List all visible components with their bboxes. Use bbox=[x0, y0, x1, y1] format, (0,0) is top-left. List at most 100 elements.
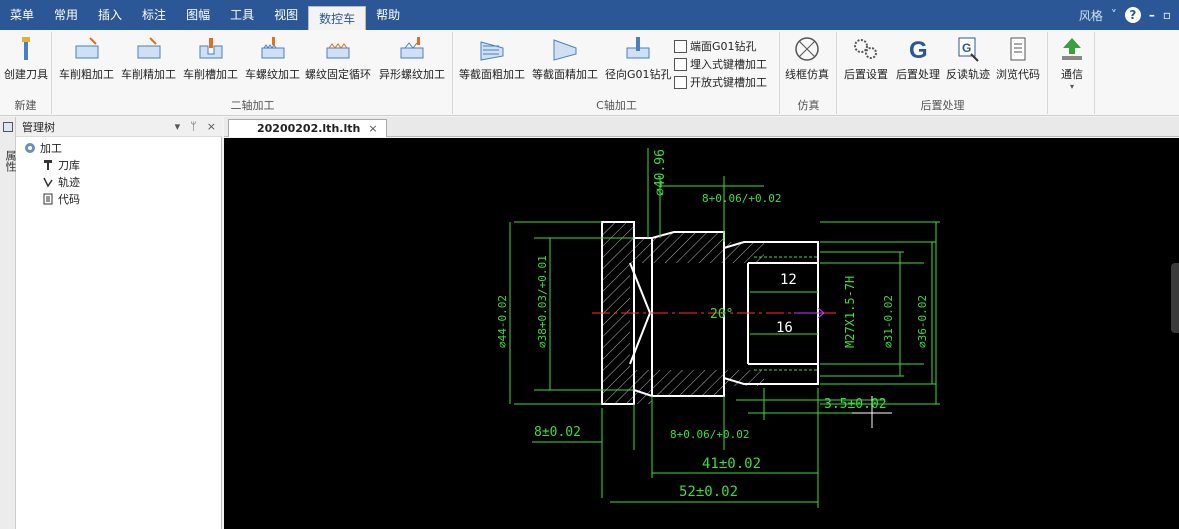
dimension-texts: ⌀40.96 8+0.06/+0.02 ⌀44-0.02 ⌀38+0.03/+0… bbox=[496, 149, 929, 500]
dim-d38: ⌀38+0.03/+0.01 bbox=[536, 255, 549, 348]
tree-body: 加工 刀库 轨迹 代码 bbox=[16, 139, 222, 207]
drawing-canvas[interactable]: ⌀40.96 8+0.06/+0.02 ⌀44-0.02 ⌀38+0.03/+0… bbox=[224, 138, 1179, 529]
embed-keyway-button[interactable]: 埋入式键槽加工 bbox=[674, 56, 767, 72]
embed-keyway-icon bbox=[674, 57, 687, 71]
tree-node-tool-library[interactable]: 刀库 bbox=[16, 156, 222, 173]
tree-title: 管理树 bbox=[22, 120, 55, 134]
menu-item-view[interactable]: 视图 bbox=[264, 0, 308, 30]
properties-strip[interactable]: 属性 bbox=[0, 117, 17, 529]
dim-l52: 52±0.02 bbox=[679, 484, 738, 500]
menu-item-cnc-lathe[interactable]: 数控车 bbox=[308, 6, 367, 30]
group-sim: 线框仿真 仿真 bbox=[781, 32, 837, 114]
wire-sim-button[interactable]: 线框仿真 bbox=[785, 36, 829, 82]
menu-item-help[interactable]: 帮助 bbox=[366, 0, 410, 30]
tree-node-code[interactable]: 代码 bbox=[16, 190, 222, 207]
thread-cycle-icon bbox=[326, 43, 350, 59]
menu-item-main[interactable]: 菜单 bbox=[0, 0, 44, 30]
document-icon bbox=[1010, 37, 1026, 61]
dim-d36: ⌀36-0.02 bbox=[916, 295, 929, 348]
minimize-icon[interactable]: – bbox=[1149, 8, 1155, 22]
group-label-two-axis: 二轴加工 bbox=[230, 99, 275, 112]
document-tab-label: 20200202.lth.lth bbox=[257, 122, 361, 135]
dim-l8-left: 8±0.02 bbox=[534, 425, 581, 440]
open-keyway-icon bbox=[674, 75, 687, 89]
rough-turn-button[interactable]: 车削粗加工 bbox=[59, 36, 114, 82]
help-icon[interactable]: ? bbox=[1124, 7, 1141, 23]
reverse-path-button[interactable]: G 反读轨迹 bbox=[946, 36, 990, 82]
style-dropdown[interactable]: 风格 bbox=[1079, 7, 1103, 24]
group-new: 创建刀具 新建 bbox=[0, 32, 52, 114]
comm-button[interactable]: 通信 ▾ bbox=[1057, 36, 1087, 91]
group-label-sim: 仿真 bbox=[797, 99, 820, 112]
svg-text:G: G bbox=[909, 37, 928, 62]
chevron-down-icon[interactable]: ˅ bbox=[1111, 8, 1117, 22]
dim-angle: 20° bbox=[710, 307, 733, 322]
equal-rough-button[interactable]: 等截面粗加工 bbox=[459, 36, 525, 82]
code-icon bbox=[43, 193, 53, 204]
thread-cycle-button[interactable]: 螺纹固定循环 bbox=[305, 36, 371, 82]
properties-icon bbox=[3, 122, 13, 132]
restore-icon[interactable]: ▫ bbox=[1163, 8, 1171, 22]
tool-library-icon bbox=[44, 159, 52, 170]
dim-l41: 41±0.02 bbox=[702, 456, 761, 472]
gears-icon bbox=[854, 39, 877, 59]
browse-code-button[interactable]: 浏览代码 bbox=[996, 36, 1040, 82]
thread-turn-button[interactable]: 车螺纹加工 bbox=[245, 36, 300, 82]
menubar-right: 风格 ˅ ? – ▫ bbox=[1079, 0, 1171, 30]
open-keyway-button[interactable]: 开放式键槽加工 bbox=[674, 74, 767, 90]
tree-node-toolpath[interactable]: 轨迹 bbox=[16, 173, 222, 190]
pin-icon[interactable]: ᛘ bbox=[190, 120, 197, 133]
finish-turn-button[interactable]: 车削精加工 bbox=[121, 36, 176, 82]
reverse-read-icon: G bbox=[958, 37, 979, 62]
dim-len8-top: 8+0.06/+0.02 bbox=[702, 192, 781, 205]
group-label-post: 后置处理 bbox=[920, 99, 965, 112]
tree-header: 管理树 ▾ ᛘ × bbox=[16, 117, 222, 137]
menu-item-annotate[interactable]: 标注 bbox=[132, 0, 176, 30]
part-section-upper bbox=[602, 222, 764, 313]
group-label-new: 新建 bbox=[14, 99, 37, 112]
special-thread-icon bbox=[400, 37, 424, 59]
menu-item-insert[interactable]: 插入 bbox=[88, 0, 132, 30]
face-drill-button[interactable]: 端面G01钻孔 bbox=[674, 38, 757, 54]
create-tool-button[interactable]: 创建刀具 bbox=[2, 36, 50, 82]
equal-finish-button[interactable]: 等截面精加工 bbox=[532, 36, 598, 82]
close-tab-icon[interactable]: × bbox=[368, 120, 377, 137]
special-thread-button[interactable]: 异形螺纹加工 bbox=[379, 36, 445, 82]
tree-node-root[interactable]: 加工 bbox=[16, 139, 222, 156]
tool-icon bbox=[22, 37, 30, 60]
post-process-button[interactable]: G 后置处理 bbox=[896, 36, 940, 82]
dim-d44: ⌀44-0.02 bbox=[496, 295, 509, 348]
dropdown-icon[interactable]: ▾ bbox=[175, 120, 181, 133]
cad-drawing[interactable]: ⌀40.96 8+0.06/+0.02 ⌀44-0.02 ⌀38+0.03/+0… bbox=[224, 138, 1179, 529]
canvas-scroll-handle[interactable] bbox=[1171, 263, 1179, 333]
equal-rough-icon bbox=[480, 41, 504, 61]
toolpath-icon bbox=[43, 177, 53, 187]
tree-panel: 属性 管理树 ▾ ᛘ × 加工 刀库 轨迹 代码 bbox=[0, 117, 222, 529]
groove-turn-button[interactable]: 车削槽加工 bbox=[183, 36, 238, 82]
document-tabbar: 20200202.lth.lth × bbox=[224, 117, 1179, 137]
document-tab[interactable]: 20200202.lth.lth × bbox=[228, 119, 387, 137]
menu-bar: 菜单 常用 插入 标注 图幅 工具 视图 数控车 帮助 风格 ˅ ? – ▫ bbox=[0, 0, 1179, 30]
menu-item-common[interactable]: 常用 bbox=[44, 0, 88, 30]
direction-arrow bbox=[794, 307, 825, 319]
group-post: 后置设置 G 后置处理 G 反读轨迹 浏览代码 后置处理 bbox=[838, 32, 1048, 114]
dim-d31: ⌀31-0.02 bbox=[882, 295, 895, 348]
chevron-down-icon: ▾ bbox=[1069, 82, 1074, 91]
dim-thread: M27X1.5-7H bbox=[843, 276, 857, 348]
wireframe-sim-icon bbox=[795, 37, 819, 61]
ribbon: 创建刀具 新建 车削粗加工 车削精加工 车削槽加工 车螺纹加工 螺纹固定循环 异… bbox=[0, 30, 1179, 116]
g-code-icon: G bbox=[909, 37, 928, 62]
menu-item-sheet[interactable]: 图幅 bbox=[176, 0, 220, 30]
dim-l16: 16 bbox=[776, 320, 793, 336]
dim-l8-bottom: 8+0.06/+0.02 bbox=[670, 428, 749, 441]
menu-item-tools[interactable]: 工具 bbox=[220, 0, 264, 30]
rough-turn-icon bbox=[75, 37, 98, 59]
close-icon[interactable]: × bbox=[207, 120, 216, 133]
upload-icon bbox=[1062, 38, 1082, 60]
radial-drill-button[interactable]: 径向G01钻孔 bbox=[605, 36, 672, 82]
group-two-axis: 车削粗加工 车削精加工 车削槽加工 车螺纹加工 螺纹固定循环 异形螺纹加工 二轴… bbox=[53, 32, 453, 114]
machining-icon bbox=[25, 142, 35, 153]
post-settings-button[interactable]: 后置设置 bbox=[844, 36, 888, 82]
equal-finish-icon bbox=[553, 39, 577, 61]
groove-icon bbox=[199, 38, 222, 59]
